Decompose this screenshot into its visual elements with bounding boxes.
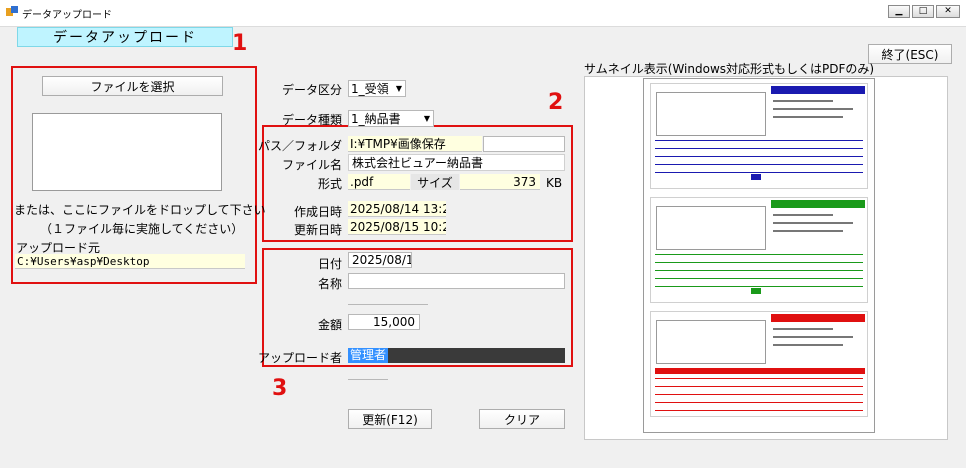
exit-button[interactable]: 終了(ESC) xyxy=(868,44,952,64)
format-label: 形式 xyxy=(317,177,342,191)
drop-hint-note: （１ファイル毎に実施してください） xyxy=(40,222,244,236)
slip-preview-blue xyxy=(650,83,868,189)
size-unit: KB xyxy=(546,176,563,190)
updated-field[interactable]: 2025/08/15 10:23 xyxy=(348,219,446,235)
path-field[interactable]: I:¥TMP¥画像保存 xyxy=(348,136,482,152)
page-title: データアップロード xyxy=(17,27,233,47)
updated-label: 更新日時 xyxy=(293,223,342,237)
data-type-select[interactable]: 1_納品書 ▼ xyxy=(348,110,434,127)
amount-field[interactable]: 15,000 xyxy=(348,314,420,330)
clear-button[interactable]: クリア xyxy=(479,409,565,429)
minimize-button[interactable]: ▁ xyxy=(888,5,910,18)
maximize-icon: □ xyxy=(918,6,928,16)
data-type-value: 1_納品書 xyxy=(351,112,401,126)
app-icon xyxy=(6,6,18,16)
data-division-value: 1_受領 xyxy=(351,82,389,96)
uploader-label: アップロード者 xyxy=(258,351,343,365)
amount-label: 金額 xyxy=(317,318,342,332)
slip-preview-green xyxy=(650,197,868,303)
name-sub-line xyxy=(348,304,428,305)
chevron-down-icon: ▼ xyxy=(423,114,431,123)
drop-hint: または、ここにファイルをドロップして下さい xyxy=(14,203,266,217)
uploader-sub-line xyxy=(348,379,388,380)
filename-field[interactable]: 株式会社ビュアー納品書 xyxy=(348,154,565,171)
date-label: 日付 xyxy=(317,257,342,271)
uploader-value: 管理者 xyxy=(348,348,389,363)
close-icon: ✕ xyxy=(944,6,952,16)
path-label: パス／フォルダ xyxy=(258,139,343,153)
uploader-field[interactable]: 管理者 xyxy=(348,348,565,363)
path-extra-field[interactable] xyxy=(483,136,565,152)
title-bar: データアップロード ▁ □ ✕ xyxy=(0,0,966,27)
date-field[interactable]: 2025/08/15 xyxy=(348,252,412,268)
filename-label: ファイル名 xyxy=(281,158,342,172)
upload-from-field[interactable]: C:¥Users¥asp¥Desktop xyxy=(15,254,245,269)
created-field[interactable]: 2025/08/14 13:20 xyxy=(348,201,446,217)
data-division-select[interactable]: 1_受領 ▼ xyxy=(348,80,406,97)
name-field[interactable] xyxy=(348,273,565,289)
size-field[interactable]: 373 xyxy=(460,174,540,190)
annotation-number-2: 2 xyxy=(548,90,564,115)
select-file-button[interactable]: ファイルを選択 xyxy=(42,76,223,96)
name-label: 名称 xyxy=(317,277,342,291)
annotation-number-1: 1 xyxy=(232,31,248,56)
slip-preview-red xyxy=(650,311,868,417)
file-drop-area[interactable] xyxy=(32,113,222,191)
thumbnail-label: サムネイル表示(Windows対応形式もしくはPDFのみ) xyxy=(584,62,875,76)
update-button[interactable]: 更新(F12) xyxy=(348,409,432,429)
thumbnail-preview xyxy=(643,78,875,433)
created-label: 作成日時 xyxy=(293,205,342,219)
close-button[interactable]: ✕ xyxy=(936,5,960,18)
window-title: データアップロード xyxy=(22,10,112,21)
chevron-down-icon: ▼ xyxy=(395,84,403,93)
data-division-label: データ区分 xyxy=(281,83,342,97)
data-type-label: データ種類 xyxy=(281,113,342,127)
annotation-number-3: 3 xyxy=(272,376,288,401)
minimize-icon: ▁ xyxy=(895,6,903,16)
size-label: サイズ xyxy=(411,174,459,190)
format-field[interactable]: .pdf xyxy=(348,174,410,190)
maximize-button[interactable]: □ xyxy=(912,5,934,18)
